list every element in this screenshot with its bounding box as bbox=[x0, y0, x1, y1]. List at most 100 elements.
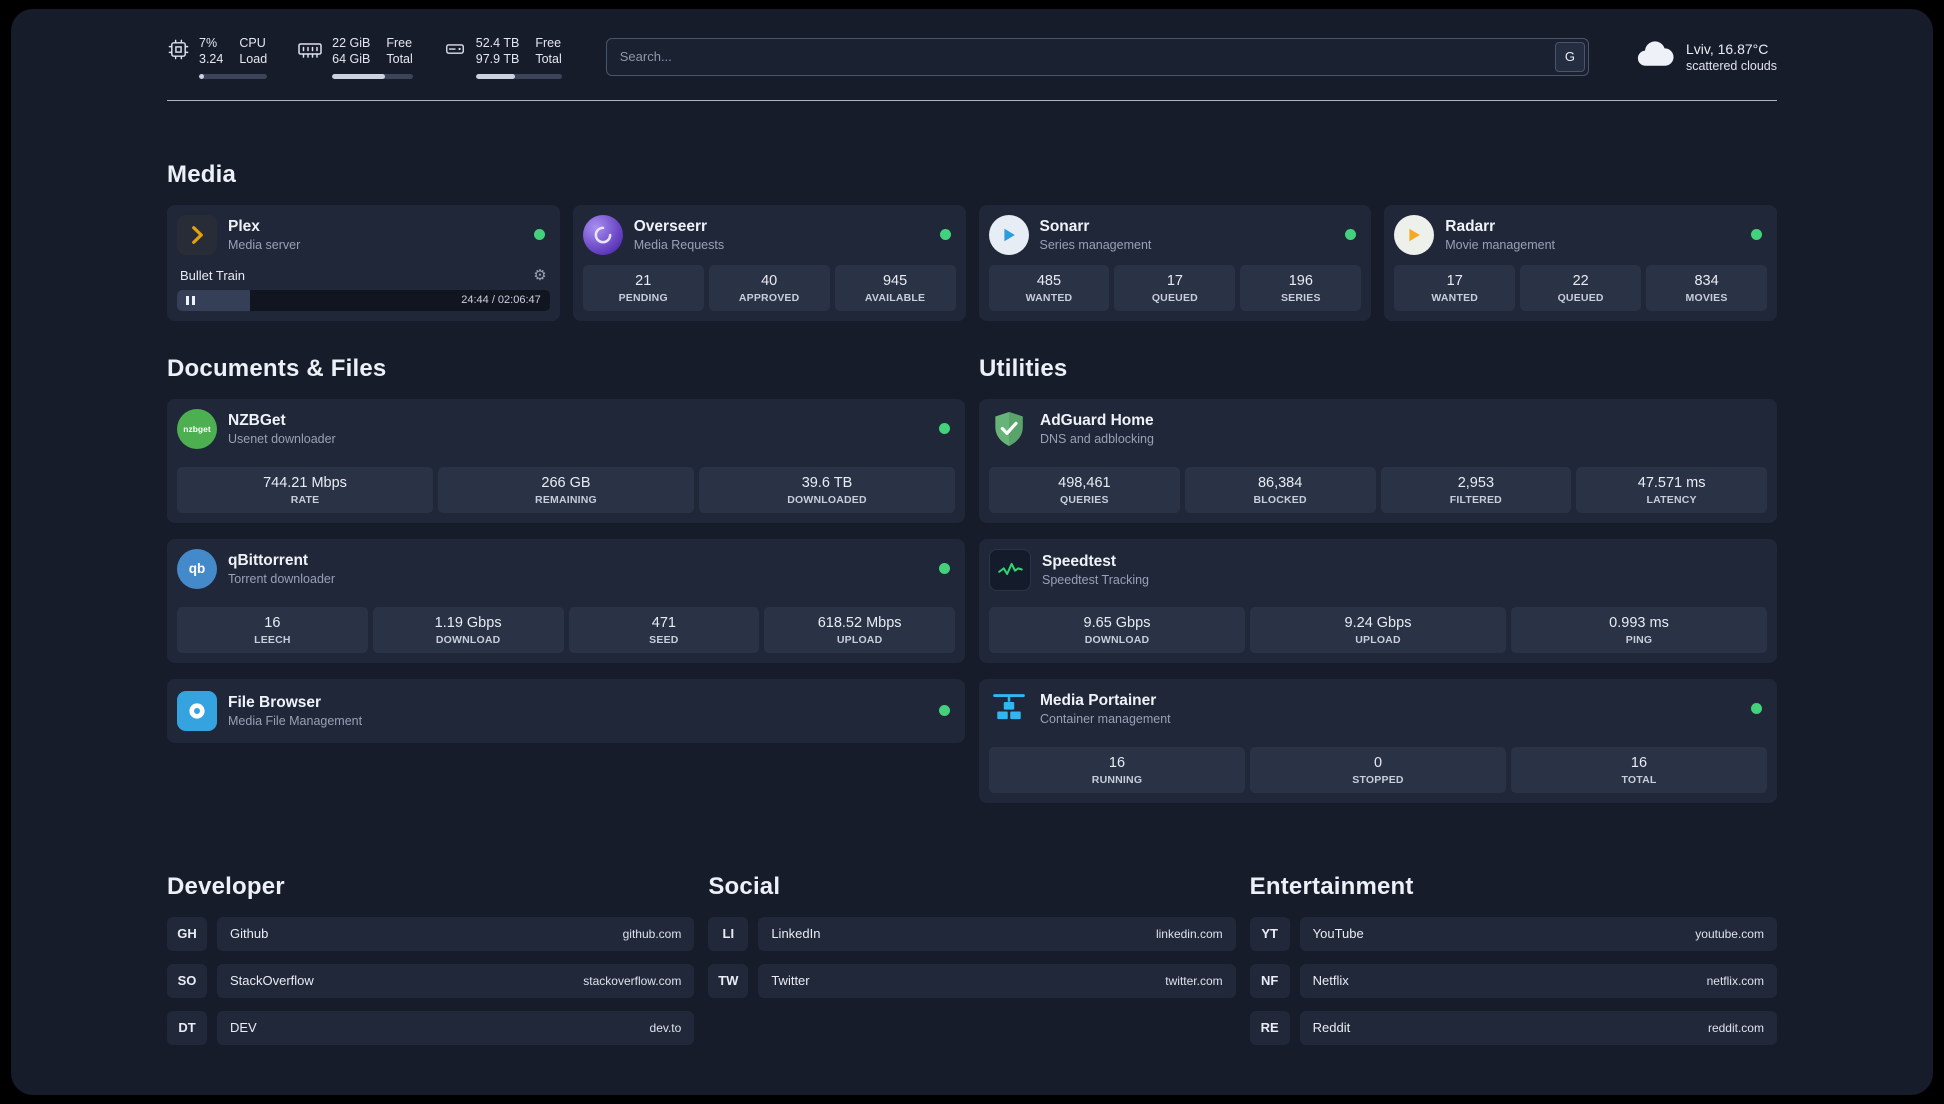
stat-value: 618.52 Mbps bbox=[817, 614, 902, 631]
app-name: Radarr bbox=[1445, 217, 1496, 235]
stat-value: 16 bbox=[264, 614, 281, 631]
qbittorrent-card[interactable]: qb qBittorrent Torrent downloader 16 LEE… bbox=[167, 538, 965, 663]
plex-card[interactable]: Plex Media server Bullet Train ⚙ 24:44 /… bbox=[167, 204, 560, 321]
storage-icon bbox=[443, 38, 467, 65]
player-progress-bar[interactable]: 24:44 / 02:06:47 bbox=[177, 289, 550, 311]
sonarr-icon bbox=[988, 214, 1029, 255]
stat-value: 86,384 bbox=[1257, 474, 1303, 491]
app-name: Media Portainer bbox=[1040, 691, 1157, 709]
link-name: Twitter bbox=[771, 973, 810, 988]
link-row-linkedin[interactable]: LI LinkedIn linkedin.com bbox=[708, 916, 1236, 951]
stat-label: REMAINING bbox=[535, 493, 597, 506]
stat-label: QUEUED bbox=[1151, 291, 1198, 304]
portainer-card[interactable]: Media Portainer Container management 16 … bbox=[979, 678, 1777, 803]
section-title-entertainment: Entertainment bbox=[1249, 872, 1414, 900]
section-title-media: Media bbox=[167, 160, 237, 188]
link-row-twitter[interactable]: TW Twitter twitter.com bbox=[708, 963, 1236, 998]
speedtest-card[interactable]: Speedtest Speedtest Tracking 9.65 Gbps D… bbox=[979, 538, 1777, 663]
stat-value: 21 bbox=[635, 272, 652, 289]
nzbget-icon: nzbget bbox=[177, 408, 217, 449]
cpu-percent: 7% bbox=[199, 36, 218, 50]
link-url: github.com bbox=[622, 926, 682, 941]
now-playing-title: Bullet Train bbox=[180, 267, 246, 283]
overseerr-icon bbox=[582, 214, 623, 255]
stat-value: 196 bbox=[1288, 272, 1313, 289]
app-subtitle: Speedtest Tracking bbox=[1042, 572, 1150, 587]
link-name: Reddit bbox=[1312, 1020, 1351, 1035]
memory-usage-bar bbox=[332, 73, 413, 79]
stat-label: PENDING bbox=[618, 291, 668, 304]
stat-value: 39.6 TB bbox=[801, 474, 853, 491]
section-title-documents: Documents & Files bbox=[167, 354, 387, 382]
link-url: twitter.com bbox=[1165, 973, 1223, 988]
memory-total-label: Total bbox=[386, 52, 413, 67]
app-subtitle: Torrent downloader bbox=[228, 571, 336, 586]
app-name: AdGuard Home bbox=[1040, 411, 1154, 429]
link-abbr: YT bbox=[1249, 916, 1290, 951]
stat-label: LEECH bbox=[254, 633, 291, 646]
app-subtitle: Media File Management bbox=[228, 713, 363, 728]
stat-label: QUERIES bbox=[1060, 493, 1109, 506]
stat-label: APPROVED bbox=[738, 291, 800, 304]
status-dot bbox=[939, 563, 950, 574]
stat-label: UPLOAD bbox=[836, 633, 883, 646]
stat-label: AVAILABLE bbox=[864, 291, 926, 304]
stat-label: FILTERED bbox=[1449, 493, 1502, 506]
link-row-netflix[interactable]: NF Netflix netflix.com bbox=[1249, 963, 1777, 998]
status-dot bbox=[939, 229, 951, 240]
stat-value: 9.24 Gbps bbox=[1344, 614, 1412, 631]
stat-label: RATE bbox=[290, 493, 320, 506]
nzbget-icon-text: nzbget bbox=[183, 423, 211, 434]
app-name: File Browser bbox=[228, 693, 322, 711]
app-name: Plex bbox=[228, 217, 260, 235]
pause-icon[interactable] bbox=[186, 295, 195, 305]
stat-value: 945 bbox=[882, 272, 908, 289]
app-name: Speedtest bbox=[1042, 552, 1117, 570]
speedtest-waveform-icon bbox=[989, 548, 1031, 591]
sonarr-card[interactable]: Sonarr Series management 485 WANTED 17 Q… bbox=[978, 204, 1372, 321]
link-url: reddit.com bbox=[1707, 1020, 1764, 1035]
stat-label: TOTAL bbox=[1621, 773, 1657, 786]
stat-tile: 2,953 FILTERED bbox=[1380, 466, 1572, 513]
link-row-github[interactable]: GH Github github.com bbox=[167, 916, 695, 951]
overseerr-card[interactable]: Overseerr Media Requests 21 PENDING 40 A… bbox=[572, 204, 966, 321]
cloud-icon bbox=[1635, 40, 1675, 74]
stat-tile: 618.52 Mbps UPLOAD bbox=[764, 606, 955, 653]
stat-tile: 0 STOPPED bbox=[1250, 746, 1506, 793]
stat-tile: 1.19 Gbps DOWNLOAD bbox=[372, 606, 564, 653]
link-row-stackoverflow[interactable]: SO StackOverflow stackoverflow.com bbox=[167, 963, 695, 998]
search-input[interactable] bbox=[606, 38, 1552, 75]
stat-value: 485 bbox=[1036, 272, 1062, 289]
stat-value: 266 GB bbox=[541, 474, 591, 491]
link-row-reddit[interactable]: RE Reddit reddit.com bbox=[1249, 1010, 1777, 1045]
link-name: Netflix bbox=[1312, 973, 1349, 988]
storage-usage-bar bbox=[475, 73, 562, 79]
stat-value: 22 bbox=[1572, 272, 1589, 289]
link-name: StackOverflow bbox=[230, 973, 314, 988]
cpu-label: CPU bbox=[239, 36, 266, 50]
filebrowser-card[interactable]: File Browser Media File Management bbox=[167, 678, 965, 743]
search-engine-button[interactable]: G bbox=[1554, 41, 1585, 72]
stat-label: LATENCY bbox=[1646, 493, 1697, 506]
stat-tile: 39.6 TB DOWNLOADED bbox=[699, 466, 955, 513]
stat-label: DOWNLOAD bbox=[435, 633, 501, 646]
cpu-stats: 7% 3.24 CPU Load bbox=[199, 35, 268, 79]
link-name: YouTube bbox=[1312, 926, 1364, 941]
link-row-dev[interactable]: DT DEV dev.to bbox=[167, 1010, 695, 1045]
adguard-card[interactable]: AdGuard Home DNS and adblocking 498,461 … bbox=[979, 398, 1777, 523]
stat-value: 498,461 bbox=[1058, 474, 1111, 491]
radarr-card[interactable]: Radarr Movie management 17 WANTED 22 QUE… bbox=[1384, 204, 1777, 321]
stat-value: 744.21 Mbps bbox=[263, 474, 347, 491]
link-row-youtube[interactable]: YT YouTube youtube.com bbox=[1249, 916, 1777, 951]
nzbget-card[interactable]: nzbget NZBGet Usenet downloader 744.21 M… bbox=[167, 398, 965, 523]
settings-gear-icon[interactable]: ⚙ bbox=[533, 268, 546, 283]
app-name: NZBGet bbox=[228, 411, 286, 429]
status-dot bbox=[1751, 703, 1762, 714]
stat-tile: 498,461 QUERIES bbox=[989, 466, 1180, 513]
link-url: linkedin.com bbox=[1155, 926, 1223, 941]
stat-tile: 196 SERIES bbox=[1240, 264, 1362, 311]
stat-value: 16 bbox=[1108, 754, 1126, 771]
stat-tile: 945 AVAILABLE bbox=[834, 264, 956, 311]
storage-free-label: Free bbox=[535, 36, 562, 50]
stat-tile: 266 GB REMAINING bbox=[438, 466, 694, 513]
